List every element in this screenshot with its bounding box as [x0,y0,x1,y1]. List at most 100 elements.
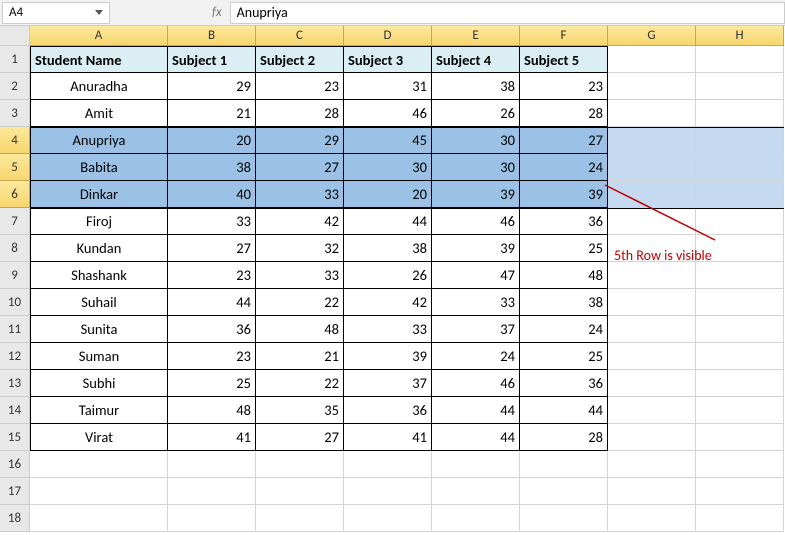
cell-D9[interactable]: 26 [344,262,432,289]
cell-G7[interactable] [608,208,696,235]
cell-C9[interactable]: 33 [256,262,344,289]
cell-E17[interactable] [432,478,520,505]
cell-A5[interactable]: Babita [30,154,168,181]
row-header-2[interactable]: 2 [0,73,30,100]
cell-G17[interactable] [608,478,696,505]
cell-E6[interactable]: 39 [432,181,520,208]
cell-F16[interactable] [520,451,608,478]
cell-A12[interactable]: Suman [30,343,168,370]
cell-C4[interactable]: 29 [256,127,344,154]
cell-A4[interactable]: Anupriya [30,127,168,154]
col-header-G[interactable]: G [608,26,696,46]
cell-B13[interactable]: 25 [168,370,256,397]
cell-A1[interactable]: Student Name [30,46,168,73]
cell-D16[interactable] [344,451,432,478]
cell-B7[interactable]: 33 [168,208,256,235]
cell-B9[interactable]: 23 [168,262,256,289]
cell-F13[interactable]: 36 [520,370,608,397]
cell-C10[interactable]: 22 [256,289,344,316]
row-header-8[interactable]: 8 [0,235,30,262]
row-header-1[interactable]: 1 [0,46,30,73]
cell-H2[interactable] [696,73,784,100]
cell-B11[interactable]: 36 [168,316,256,343]
cell-G11[interactable] [608,316,696,343]
cell-H12[interactable] [696,343,784,370]
col-header-F[interactable]: F [520,26,608,46]
cell-F14[interactable]: 44 [520,397,608,424]
row-header-16[interactable]: 16 [0,451,30,478]
col-header-B[interactable]: B [168,26,256,46]
cell-E15[interactable]: 44 [432,424,520,451]
cell-H10[interactable] [696,289,784,316]
cell-F3[interactable]: 28 [520,100,608,127]
cell-F12[interactable]: 25 [520,343,608,370]
cell-F17[interactable] [520,478,608,505]
cell-E14[interactable]: 44 [432,397,520,424]
cell-D2[interactable]: 31 [344,73,432,100]
col-header-H[interactable]: H [696,26,784,46]
cell-H18[interactable] [696,505,784,532]
cell-D12[interactable]: 39 [344,343,432,370]
cell-A9[interactable]: Shashank [30,262,168,289]
cell-C15[interactable]: 27 [256,424,344,451]
row-header-6[interactable]: 6 [0,181,30,208]
row-header-12[interactable]: 12 [0,343,30,370]
cell-G9[interactable] [608,262,696,289]
cell-C8[interactable]: 32 [256,235,344,262]
cell-C16[interactable] [256,451,344,478]
cell-H16[interactable] [696,451,784,478]
cell-A15[interactable]: Virat [30,424,168,451]
fx-icon[interactable]: fx [212,5,222,20]
cell-E4[interactable]: 30 [432,127,520,154]
cell-B14[interactable]: 48 [168,397,256,424]
cell-D17[interactable] [344,478,432,505]
cell-D8[interactable]: 38 [344,235,432,262]
cell-H6[interactable] [696,181,784,208]
cell-H9[interactable] [696,262,784,289]
row-header-11[interactable]: 11 [0,316,30,343]
cell-C7[interactable]: 42 [256,208,344,235]
cell-E5[interactable]: 30 [432,154,520,181]
cell-B4[interactable]: 20 [168,127,256,154]
cell-F9[interactable]: 48 [520,262,608,289]
cell-C17[interactable] [256,478,344,505]
cell-H11[interactable] [696,316,784,343]
cell-B17[interactable] [168,478,256,505]
cell-C11[interactable]: 48 [256,316,344,343]
formula-input[interactable]: Anupriya [230,2,785,24]
cell-F18[interactable] [520,505,608,532]
cell-C3[interactable]: 28 [256,100,344,127]
cell-E8[interactable]: 39 [432,235,520,262]
cell-C2[interactable]: 23 [256,73,344,100]
cell-B5[interactable]: 38 [168,154,256,181]
cell-G2[interactable] [608,73,696,100]
cell-A8[interactable]: Kundan [30,235,168,262]
row-header-15[interactable]: 15 [0,424,30,451]
cell-A13[interactable]: Subhi [30,370,168,397]
cell-E16[interactable] [432,451,520,478]
row-header-18[interactable]: 18 [0,505,30,532]
cell-E13[interactable]: 46 [432,370,520,397]
cell-H4[interactable] [696,127,784,154]
row-header-14[interactable]: 14 [0,397,30,424]
cell-F5[interactable]: 24 [520,154,608,181]
cell-G1[interactable] [608,46,696,73]
cell-G4[interactable] [608,127,696,154]
cell-D1[interactable]: Subject 3 [344,46,432,73]
cell-D4[interactable]: 45 [344,127,432,154]
cell-D14[interactable]: 36 [344,397,432,424]
col-header-E[interactable]: E [432,26,520,46]
cell-F1[interactable]: Subject 5 [520,46,608,73]
cell-G5[interactable] [608,154,696,181]
cell-D13[interactable]: 37 [344,370,432,397]
col-header-D[interactable]: D [344,26,432,46]
cell-B6[interactable]: 40 [168,181,256,208]
cell-B1[interactable]: Subject 1 [168,46,256,73]
row-header-3[interactable]: 3 [0,100,30,127]
cell-D7[interactable]: 44 [344,208,432,235]
cell-E2[interactable]: 38 [432,73,520,100]
cell-G18[interactable] [608,505,696,532]
cell-A14[interactable]: Taimur [30,397,168,424]
cell-B18[interactable] [168,505,256,532]
cell-C1[interactable]: Subject 2 [256,46,344,73]
